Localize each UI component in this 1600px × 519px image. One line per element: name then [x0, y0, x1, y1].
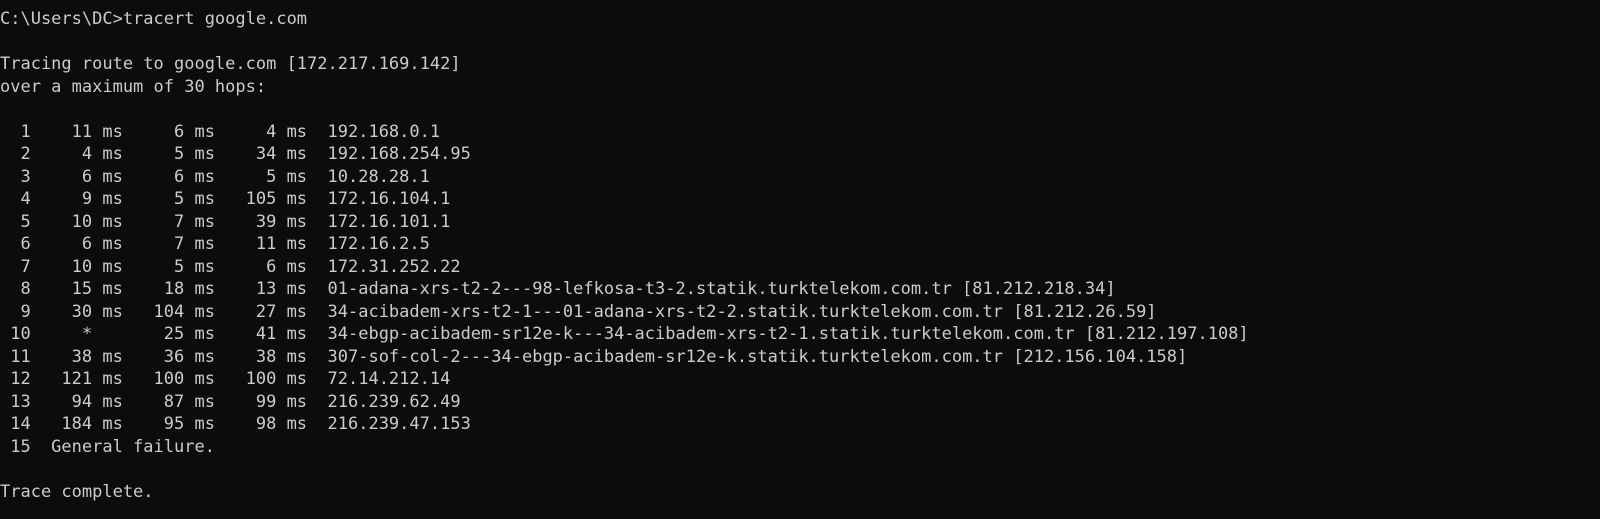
- hop-row: 7 10 ms 5 ms 6 ms 172.31.252.22: [0, 256, 461, 277]
- hop-row: 14 184 ms 95 ms 98 ms 216.239.47.153: [0, 414, 471, 434]
- hop-row-failure: 15 General failure.: [0, 436, 215, 457]
- hop-row: 8 15 ms 18 ms 13 ms 01-adana-xrs-t2-2---…: [0, 279, 1116, 299]
- command-prompt-line: C:\Users\DC>tracert google.com: [0, 9, 308, 29]
- hop-row: 10 * 25 ms 41 ms 34-ebgp-acibadem-sr12e-…: [0, 324, 1249, 344]
- trace-complete-line: Trace complete.: [0, 481, 154, 502]
- hop-row: 3 6 ms 6 ms 5 ms 10.28.28.1: [0, 166, 430, 187]
- hop-row: 1 11 ms 6 ms 4 ms 192.168.0.1: [0, 121, 441, 142]
- hop-row: 9 30 ms 104 ms 27 ms 34-acibadem-xrs-t2-…: [0, 301, 1157, 322]
- trace-header-line: Tracing route to google.com [172.217.169…: [0, 54, 461, 74]
- hop-row: 4 9 ms 5 ms 105 ms 172.16.104.1: [0, 189, 451, 209]
- hop-row: 11 38 ms 36 ms 38 ms 307-sof-col-2---34-…: [0, 346, 1188, 367]
- hop-row: 12 121 ms 100 ms 100 ms 72.14.212.14: [0, 369, 451, 389]
- max-hops-line: over a maximum of 30 hops:: [0, 76, 267, 97]
- hop-row: 6 6 ms 7 ms 11 ms 172.16.2.5: [0, 234, 430, 254]
- console-output[interactable]: C:\Users\DC>tracert google.com Tracing r…: [0, 8, 1600, 519]
- hop-row: 5 10 ms 7 ms 39 ms 172.16.101.1: [0, 211, 451, 232]
- hop-row: 2 4 ms 5 ms 34 ms 192.168.254.95: [0, 144, 471, 164]
- hop-row: 13 94 ms 87 ms 99 ms 216.239.62.49: [0, 391, 461, 412]
